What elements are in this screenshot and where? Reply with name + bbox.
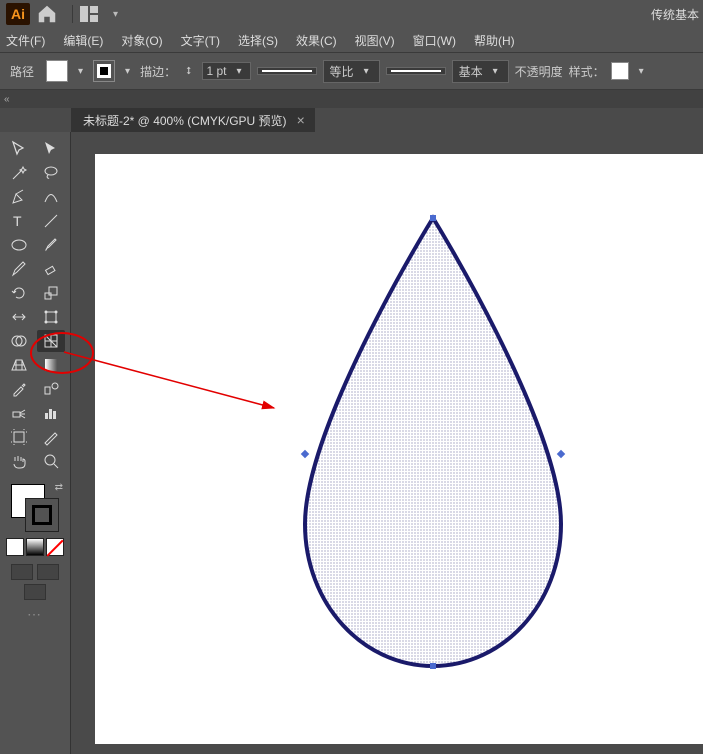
symbol-sprayer-tool-icon[interactable] (5, 402, 33, 424)
eraser-tool-icon[interactable] (37, 258, 65, 280)
menu-effect[interactable]: 效果(C) (296, 32, 337, 49)
divider (72, 5, 73, 23)
menu-select[interactable]: 选择(S) (238, 32, 278, 49)
menu-object[interactable]: 对象(O) (121, 32, 162, 49)
stepper-icon[interactable]: ⭥ (182, 66, 195, 77)
gradient-mode-icon[interactable] (26, 538, 44, 556)
slice-tool-icon[interactable] (37, 426, 65, 448)
workspace-switcher[interactable]: 传统基本 (651, 6, 699, 23)
document-title: 未标题-2* @ 400% (CMYK/GPU 预览) (83, 112, 287, 129)
free-transform-tool-icon[interactable] (37, 306, 65, 328)
swap-fill-stroke-icon[interactable]: ⇄ (55, 482, 63, 493)
canvas-viewport[interactable] (71, 132, 703, 754)
menu-edit[interactable]: 编辑(E) (63, 32, 103, 49)
chevron-down-icon[interactable]: ▾ (635, 66, 648, 77)
artboard-tool-icon[interactable] (5, 426, 33, 448)
lasso-tool-icon[interactable] (37, 162, 65, 184)
stroke-profile-dropdown[interactable]: 等比▾ (323, 60, 380, 83)
menu-view[interactable]: 视图(V) (355, 32, 395, 49)
none-mode-icon[interactable] (46, 538, 64, 556)
work-area: T (0, 132, 703, 754)
brand-bar: Ai ▾ 传统基本 (0, 0, 703, 28)
panel-handle[interactable]: « (0, 90, 703, 108)
stroke-swatch[interactable] (93, 60, 115, 82)
chevron-down-icon[interactable]: ▾ (121, 66, 134, 77)
ellipse-tool-icon[interactable] (5, 234, 33, 256)
rotate-tool-icon[interactable] (5, 282, 33, 304)
eyedropper-tool-icon[interactable] (5, 378, 33, 400)
width-tool-icon[interactable] (5, 306, 33, 328)
svg-text:T: T (13, 213, 22, 229)
fill-stroke-swatch[interactable]: ⇄ (11, 484, 59, 532)
pen-tool-icon[interactable] (5, 186, 33, 208)
change-screen-mode-icon[interactable] (24, 584, 46, 600)
pencil-tool-icon[interactable] (5, 258, 33, 280)
paintbrush-tool-icon[interactable] (37, 234, 65, 256)
teardrop-path[interactable] (285, 214, 581, 674)
menu-window[interactable]: 窗口(W) (413, 32, 456, 49)
opacity-label: 不透明度 (515, 63, 563, 80)
hand-tool-icon[interactable] (5, 450, 33, 472)
artboard[interactable] (95, 154, 703, 744)
curvature-tool-icon[interactable] (37, 186, 65, 208)
style-swatch[interactable] (611, 62, 629, 80)
type-tool-icon[interactable]: T (5, 210, 33, 232)
style-label: 样式： (569, 63, 605, 80)
menu-bar: 文件(F) 编辑(E) 对象(O) 文字(T) 选择(S) 效果(C) 视图(V… (0, 28, 703, 52)
menu-help[interactable]: 帮助(H) (474, 32, 515, 49)
chevron-down-icon[interactable]: ▾ (74, 66, 87, 77)
selection-type-label: 路径 (10, 63, 34, 80)
direct-selection-tool-icon[interactable] (37, 138, 65, 160)
zoom-tool-icon[interactable] (37, 450, 65, 472)
stroke-label: 描边： (140, 63, 176, 80)
home-icon[interactable] (36, 3, 58, 25)
gradient-tool-icon[interactable] (37, 354, 65, 376)
screen-mode-icon[interactable] (11, 564, 33, 580)
mesh-tool-icon[interactable] (37, 330, 65, 352)
stroke-weight-field[interactable]: 1 pt▾ (202, 62, 251, 80)
edit-toolbar-icon[interactable]: ⋯ (27, 606, 43, 623)
line-tool-icon[interactable] (37, 210, 65, 232)
fill-swatch[interactable] (46, 60, 68, 82)
blend-tool-icon[interactable] (37, 378, 65, 400)
brush-preview[interactable] (386, 67, 446, 75)
menu-file[interactable]: 文件(F) (6, 32, 45, 49)
control-bar: 路径 ▾ ▾ 描边： ⭥ 1 pt▾ 等比▾ 基本▾ 不透明度 样式： ▾ (0, 52, 703, 90)
brush-dropdown[interactable]: 基本▾ (452, 60, 509, 83)
close-icon[interactable]: × (297, 112, 305, 128)
selection-tool-icon[interactable] (5, 138, 33, 160)
color-mode-icon[interactable] (6, 538, 24, 556)
draw-mode-icon[interactable] (37, 564, 59, 580)
shape-builder-tool-icon[interactable] (5, 330, 33, 352)
scale-tool-icon[interactable] (37, 282, 65, 304)
document-tab-bar: 未标题-2* @ 400% (CMYK/GPU 预览) × (71, 108, 703, 132)
column-graph-tool-icon[interactable] (37, 402, 65, 424)
tool-panel: T (0, 132, 71, 754)
app-logo: Ai (6, 3, 30, 25)
perspective-grid-tool-icon[interactable] (5, 354, 33, 376)
chevron-down-icon[interactable]: ▾ (113, 9, 118, 20)
menu-type[interactable]: 文字(T) (181, 32, 220, 49)
stroke-profile-preview[interactable] (257, 67, 317, 75)
document-tab[interactable]: 未标题-2* @ 400% (CMYK/GPU 预览) × (71, 108, 315, 133)
magic-wand-tool-icon[interactable] (5, 162, 33, 184)
arrange-docs-icon[interactable] (79, 5, 109, 23)
